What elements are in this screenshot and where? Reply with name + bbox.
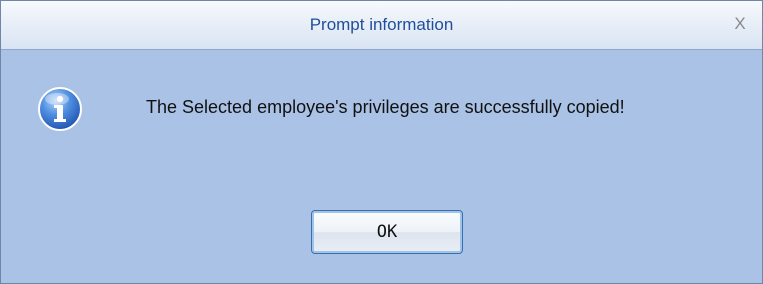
prompt-dialog: Prompt information X The Selected employ… — [0, 0, 763, 284]
dialog-message: The Selected employee's privileges are s… — [146, 97, 625, 117]
info-icon — [38, 87, 82, 131]
dialog-body: The Selected employee's privileges are s… — [1, 50, 762, 283]
dialog-title: Prompt information — [309, 15, 454, 34]
ok-button[interactable]: OK — [311, 210, 463, 254]
close-button[interactable]: X — [728, 12, 752, 36]
title-bar: Prompt information X — [1, 1, 762, 50]
